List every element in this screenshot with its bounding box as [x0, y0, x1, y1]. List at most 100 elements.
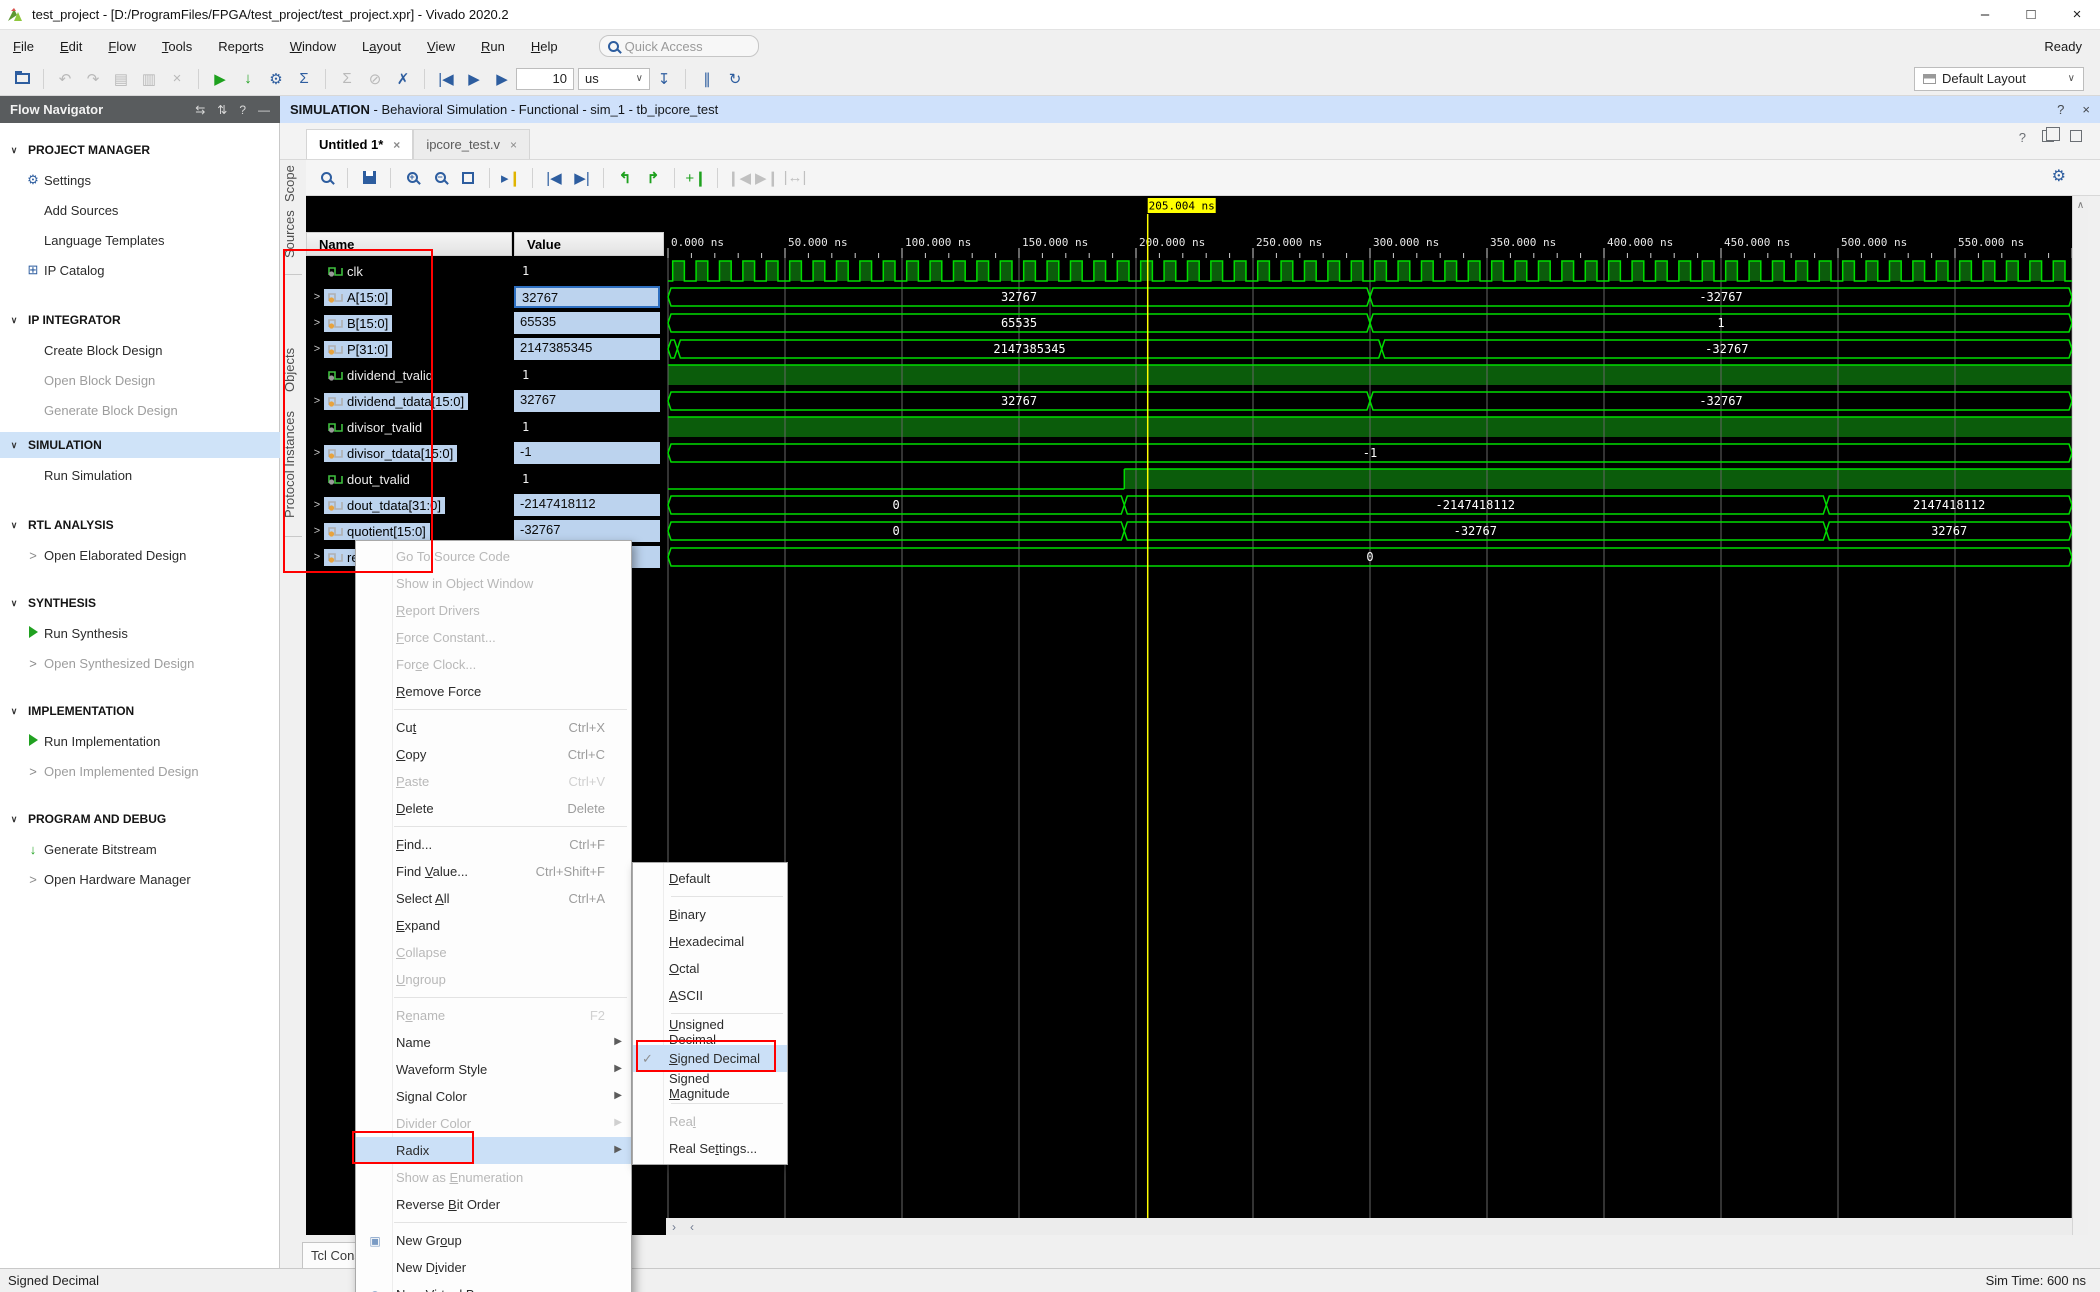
menu-item-ungroup[interactable]: Ungroup — [356, 966, 631, 993]
settings-gear-icon[interactable]: ⚙ — [263, 66, 289, 92]
minimize-panel-icon[interactable]: — — [258, 103, 270, 117]
signal-name-row[interactable]: dout_tvalid — [306, 466, 512, 492]
menu-item-copy[interactable]: CopyCtrl+C — [356, 741, 631, 768]
close-pane-icon[interactable]: × — [2082, 102, 2090, 117]
flownav-item-run-synthesis[interactable]: Run Synthesis — [0, 620, 280, 646]
signal-name-row[interactable]: >dout_tdata[31:0] — [306, 492, 512, 518]
minimize-button[interactable]: – — [1962, 6, 2008, 23]
sigma-off-icon[interactable]: Σ — [334, 66, 360, 92]
copy-icon[interactable]: ▤ — [108, 66, 134, 92]
flownav-item-open-hardware-manager[interactable]: >Open Hardware Manager — [0, 866, 280, 892]
run-for-time-icon[interactable]: ▶ — [489, 66, 515, 92]
expand-chevron-icon[interactable]: > — [310, 551, 324, 563]
menu-edit[interactable]: Edit — [47, 33, 95, 60]
menu-item-rename[interactable]: RenameF2 — [356, 1002, 631, 1029]
pause-icon[interactable]: ∥ — [694, 66, 720, 92]
open-project-icon[interactable] — [9, 66, 35, 92]
flownav-item-open-synthesized-design[interactable]: >Open Synthesized Design — [0, 650, 280, 676]
generate-bitstream-icon[interactable]: ↓ — [235, 66, 261, 92]
flownav-item-add-sources[interactable]: Add Sources — [0, 197, 280, 223]
signal-value-cell[interactable]: 1 — [514, 258, 664, 284]
expand-chevron-icon[interactable]: > — [310, 395, 324, 407]
save-icon[interactable] — [356, 165, 382, 191]
redo-icon[interactable]: ↷ — [80, 66, 106, 92]
next-marker-icon[interactable]: ▶❙ — [754, 165, 780, 191]
zoom-fit-icon[interactable] — [455, 165, 481, 191]
flownav-item-run-implementation[interactable]: Run Implementation — [0, 728, 280, 754]
flownav-item-settings[interactable]: ⚙Settings — [0, 167, 280, 193]
previous-edge-icon[interactable]: ↰ — [612, 165, 638, 191]
side-tab-protocol-instances[interactable]: Protocol Instances — [282, 400, 304, 530]
expand-chevron-icon[interactable]: > — [310, 317, 324, 329]
waveform-canvas[interactable]: 32767-327676553512147385345-3276732767-3… — [666, 196, 2072, 1218]
flownav-section-synthesis[interactable]: ∨SYNTHESIS — [0, 590, 280, 616]
expand-chevron-icon[interactable]: > — [310, 447, 324, 459]
paste-icon[interactable]: ▥ — [136, 66, 162, 92]
add-marker-icon[interactable]: +❙ — [683, 165, 709, 191]
menu-item-default[interactable]: Default — [633, 865, 787, 892]
link-off-icon[interactable]: ⊘ — [362, 66, 388, 92]
signal-value-cell[interactable]: 32767 — [514, 388, 664, 414]
undo-icon[interactable]: ↶ — [52, 66, 78, 92]
menu-item-real[interactable]: Real — [633, 1108, 787, 1135]
flownav-section-simulation[interactable]: ∨SIMULATION — [0, 432, 280, 458]
signal-name-row[interactable]: clk — [306, 258, 512, 284]
expand-right-icon[interactable]: › — [672, 1220, 676, 1234]
menu-item-name[interactable]: Name▶ — [356, 1029, 631, 1056]
expand-chevron-icon[interactable]: > — [310, 343, 324, 355]
side-tab-objects[interactable]: Objects — [282, 344, 304, 396]
menu-tools[interactable]: Tools — [149, 33, 205, 60]
quick-access-search[interactable]: Quick Access — [599, 35, 759, 57]
flownav-item-run-simulation[interactable]: Run Simulation — [0, 462, 280, 488]
expand-chevron-icon[interactable]: > — [310, 499, 324, 511]
tab-ipcore-test-v[interactable]: ipcore_test.v× — [413, 129, 530, 159]
previous-marker-icon[interactable]: ❙◀ — [726, 165, 752, 191]
menu-item-octal[interactable]: Octal — [633, 955, 787, 982]
run-icon[interactable]: ▶ — [207, 66, 233, 92]
close-tab-icon[interactable]: × — [393, 138, 400, 152]
find-icon[interactable] — [313, 165, 339, 191]
previous-transition-icon[interactable]: |◀ — [541, 165, 567, 191]
menu-help[interactable]: Help — [518, 33, 571, 60]
menu-window[interactable]: Window — [277, 33, 349, 60]
menu-item-find[interactable]: Find...Ctrl+F — [356, 831, 631, 858]
menu-layout[interactable]: Layout — [349, 33, 414, 60]
collapse-all-icon[interactable]: ⇆ — [195, 103, 205, 117]
menu-item-new-group[interactable]: ▣New Group — [356, 1227, 631, 1254]
close-tab-icon[interactable]: × — [510, 138, 517, 152]
vertical-scrollbar[interactable]: ∧ — [2072, 196, 2088, 1235]
expand-chevron-icon[interactable]: > — [310, 291, 324, 303]
help-icon[interactable]: ? — [239, 103, 246, 117]
flownav-item-open-block-design[interactable]: Open Block Design — [0, 367, 280, 393]
signal-name-row[interactable]: dividend_tvalid — [306, 362, 512, 388]
menu-item-signal-color[interactable]: Signal Color▶ — [356, 1083, 631, 1110]
flownav-item-open-elaborated-design[interactable]: >Open Elaborated Design — [0, 542, 280, 568]
collapse-left-icon[interactable]: ‹ — [690, 1220, 694, 1234]
menu-item-select-all[interactable]: Select AllCtrl+A — [356, 885, 631, 912]
name-column-header[interactable]: Name — [306, 232, 512, 256]
menu-file[interactable]: File — [0, 33, 47, 60]
menu-item-show-in-object-window[interactable]: Show in Object Window — [356, 570, 631, 597]
run-time-input[interactable]: 10 — [516, 68, 574, 90]
menu-item-report-drivers[interactable]: Report Drivers — [356, 597, 631, 624]
span-markers-icon[interactable]: |↔| — [782, 165, 808, 191]
zoom-out-icon[interactable]: − — [427, 165, 453, 191]
menu-item-force-clock[interactable]: Force Clock... — [356, 651, 631, 678]
menu-reports[interactable]: Reports — [205, 33, 277, 60]
signal-value-cell[interactable]: -1 — [514, 440, 664, 466]
tab-untitled-1-[interactable]: Untitled 1*× — [306, 129, 413, 159]
go-to-cursor-icon[interactable]: ▸❙ — [498, 165, 524, 191]
signal-name-row[interactable]: >divisor_tdata[15:0] — [306, 440, 512, 466]
flownav-section-implementation[interactable]: ∨IMPLEMENTATION — [0, 698, 280, 724]
menu-item-ascii[interactable]: ASCII — [633, 982, 787, 1009]
menu-item-new-virtual-bus[interactable]: ◉New Virtual Bus — [356, 1281, 631, 1292]
maximize-button[interactable]: □ — [2008, 6, 2054, 23]
menu-item-signed-decimal[interactable]: ✓Signed Decimal — [633, 1045, 787, 1072]
step-icon[interactable]: ↧ — [651, 66, 677, 92]
run-all-icon[interactable]: ▶ — [461, 66, 487, 92]
menu-item-new-divider[interactable]: New Divider — [356, 1254, 631, 1281]
flownav-section-ip-integrator[interactable]: ∨IP INTEGRATOR — [0, 307, 280, 333]
expand-chevron-icon[interactable]: > — [310, 525, 324, 537]
menu-item-binary[interactable]: Binary — [633, 901, 787, 928]
zoom-in-icon[interactable]: + — [399, 165, 425, 191]
